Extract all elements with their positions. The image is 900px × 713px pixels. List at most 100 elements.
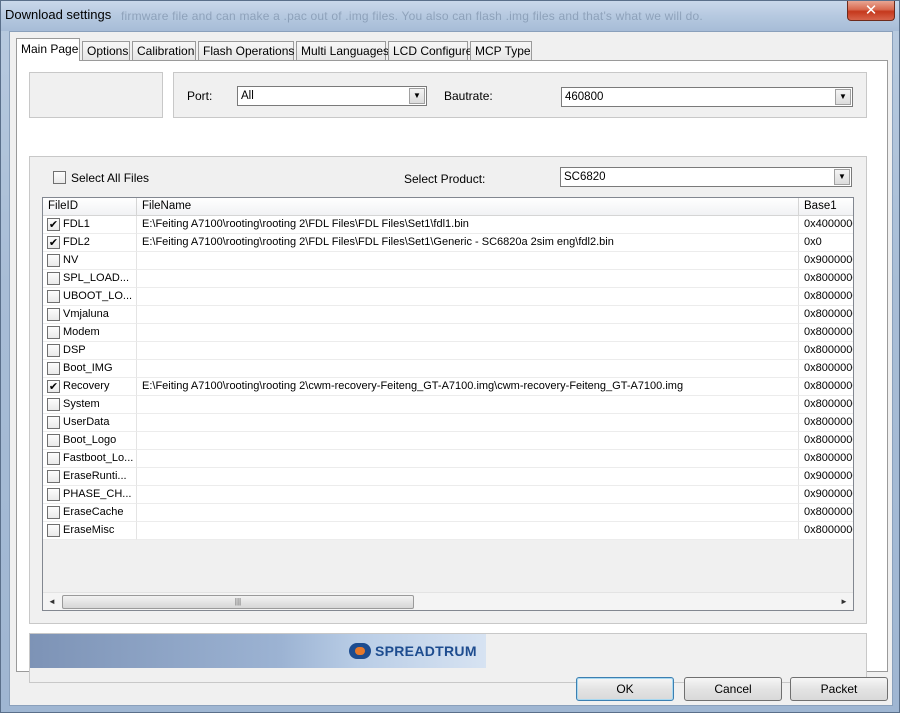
row-checkbox[interactable] xyxy=(47,290,60,303)
spreadtrum-logo-text: SPREADTRUM xyxy=(375,643,477,659)
fileid-cell: Boot_Logo xyxy=(43,432,137,450)
chevron-down-icon[interactable]: ▼ xyxy=(834,169,850,185)
table-row[interactable]: ✔ FDL1 E:\Feiting A7100\rooting\rooting 2\… xyxy=(43,216,853,234)
row-checkbox[interactable] xyxy=(47,434,60,447)
base-address-cell: 0x8000000 xyxy=(799,288,853,306)
scroll-grip-icon: ||| xyxy=(234,597,242,606)
port-value: All xyxy=(241,90,254,102)
fileid-label: UserData xyxy=(63,416,110,428)
spreadtrum-logo: SPREADTRUM xyxy=(349,638,483,664)
table-row[interactable]: EraseRunti... 0x9000000 xyxy=(43,468,853,486)
row-checkbox[interactable] xyxy=(47,272,60,285)
scroll-left-icon[interactable]: ◄ xyxy=(44,594,60,610)
tab-lcd-configure[interactable]: LCD Configure xyxy=(388,41,472,60)
filename-cell[interactable]: E:\Feiting A7100\rooting\rooting 2\FDL F… xyxy=(137,216,799,234)
filename-cell[interactable] xyxy=(137,504,799,522)
table-row[interactable]: UserData 0x8000000 xyxy=(43,414,853,432)
row-checkbox[interactable] xyxy=(47,452,60,465)
row-checkbox[interactable] xyxy=(47,416,60,429)
filename-cell[interactable] xyxy=(137,486,799,504)
base-address-cell: 0x8000000 xyxy=(799,324,853,342)
filename-cell[interactable] xyxy=(137,432,799,450)
tab-mcp-type[interactable]: MCP Type xyxy=(470,41,532,60)
scroll-right-icon[interactable]: ► xyxy=(836,594,852,610)
column-header-fileid[interactable]: FileID xyxy=(43,198,137,216)
tab-options[interactable]: Options xyxy=(82,41,130,60)
row-checkbox[interactable] xyxy=(47,326,60,339)
fileid-cell: Modem xyxy=(43,324,137,342)
row-checkbox[interactable] xyxy=(47,488,60,501)
packet-button[interactable]: Packet xyxy=(790,677,888,701)
product-dropdown[interactable]: SC6820 ▼ xyxy=(560,167,852,187)
tab-multi-languages[interactable]: Multi Languages xyxy=(296,41,389,60)
tab-calibration[interactable]: Calibration xyxy=(132,41,196,60)
title-bar[interactable]: firmware file and can make a .pac out of… xyxy=(1,1,899,31)
filename-cell[interactable] xyxy=(137,396,799,414)
scroll-thumb[interactable]: ||| xyxy=(62,595,414,609)
row-checkbox[interactable]: ✔ xyxy=(47,380,60,393)
ok-button[interactable]: OK xyxy=(576,677,674,701)
row-checkbox[interactable] xyxy=(47,254,60,267)
row-checkbox[interactable]: ✔ xyxy=(47,218,60,231)
row-checkbox[interactable] xyxy=(47,524,60,537)
table-row[interactable]: NV 0x9000000 xyxy=(43,252,853,270)
table-row[interactable]: Boot_Logo 0x8000000 xyxy=(43,432,853,450)
filename-cell[interactable] xyxy=(137,468,799,486)
horizontal-scrollbar[interactable]: ◄ ||| ► xyxy=(43,592,853,610)
filename-cell[interactable] xyxy=(137,450,799,468)
row-checkbox[interactable]: ✔ xyxy=(47,236,60,249)
table-row[interactable]: EraseCache 0x8000000 xyxy=(43,504,853,522)
fileid-label: Modem xyxy=(63,326,100,338)
base-address-cell: 0x8000000 xyxy=(799,396,853,414)
fileid-label: FDL1 xyxy=(63,218,90,230)
tab-main-page[interactable]: Main Page xyxy=(16,38,80,61)
filename-cell[interactable] xyxy=(137,522,799,540)
table-row[interactable]: System 0x8000000 xyxy=(43,396,853,414)
row-checkbox[interactable] xyxy=(47,344,60,357)
table-row[interactable]: Boot_IMG 0x8000000 xyxy=(43,360,853,378)
chevron-down-icon[interactable]: ▼ xyxy=(409,88,425,104)
base-address-cell: 0x0 xyxy=(799,234,853,252)
table-row[interactable]: PHASE_CH... 0x9000000 xyxy=(43,486,853,504)
filename-cell[interactable] xyxy=(137,360,799,378)
table-row[interactable]: Modem 0x8000000 xyxy=(43,324,853,342)
table-row[interactable]: UBOOT_LO... 0x8000000 xyxy=(43,288,853,306)
close-button[interactable]: ✕ xyxy=(847,1,895,21)
filename-cell[interactable]: E:\Feiting A7100\rooting\rooting 2\FDL F… xyxy=(137,234,799,252)
baudrate-dropdown[interactable]: 460800 ▼ xyxy=(561,87,853,107)
filename-cell[interactable] xyxy=(137,252,799,270)
select-product-label: Select Product: xyxy=(404,172,486,186)
column-header-base1[interactable]: Base1 xyxy=(799,198,853,216)
filename-cell[interactable] xyxy=(137,270,799,288)
fileid-cell: PHASE_CH... xyxy=(43,486,137,504)
fileid-cell: EraseMisc xyxy=(43,522,137,540)
filename-cell[interactable]: E:\Feiting A7100\rooting\rooting 2\cwm-r… xyxy=(137,378,799,396)
filename-cell[interactable] xyxy=(137,342,799,360)
table-row[interactable]: ✔ Recovery E:\Feiting A7100\rooting\rootin… xyxy=(43,378,853,396)
filename-cell[interactable] xyxy=(137,288,799,306)
fileid-label: PHASE_CH... xyxy=(63,488,132,500)
column-header-filename[interactable]: FileName xyxy=(137,198,799,216)
tab-flash-operations[interactable]: Flash Operations xyxy=(198,41,294,60)
select-all-checkbox[interactable] xyxy=(53,171,66,184)
table-row[interactable]: SPL_LOAD... 0x8000000 xyxy=(43,270,853,288)
table-row[interactable]: Fastboot_Lo... 0x8000001 xyxy=(43,450,853,468)
port-dropdown[interactable]: All ▼ xyxy=(237,86,427,106)
row-checkbox[interactable] xyxy=(47,308,60,321)
table-row[interactable]: EraseMisc 0x8000000 xyxy=(43,522,853,540)
row-checkbox[interactable] xyxy=(47,470,60,483)
file-table[interactable]: FileID FileName Base1 ✔ FDL1 E:\Feiting A7… xyxy=(42,197,854,611)
row-checkbox[interactable] xyxy=(47,362,60,375)
chevron-down-icon[interactable]: ▼ xyxy=(835,89,851,105)
filename-cell[interactable] xyxy=(137,324,799,342)
cancel-button[interactable]: Cancel xyxy=(684,677,782,701)
close-icon: ✕ xyxy=(864,1,878,19)
table-row[interactable]: DSP 0x8000000 xyxy=(43,342,853,360)
table-row[interactable]: Vmjaluna 0x8000000 xyxy=(43,306,853,324)
row-checkbox[interactable] xyxy=(47,398,60,411)
base-address-cell: 0x8000000 xyxy=(799,504,853,522)
table-row[interactable]: ✔ FDL2 E:\Feiting A7100\rooting\rooting 2\… xyxy=(43,234,853,252)
filename-cell[interactable] xyxy=(137,306,799,324)
filename-cell[interactable] xyxy=(137,414,799,432)
row-checkbox[interactable] xyxy=(47,506,60,519)
